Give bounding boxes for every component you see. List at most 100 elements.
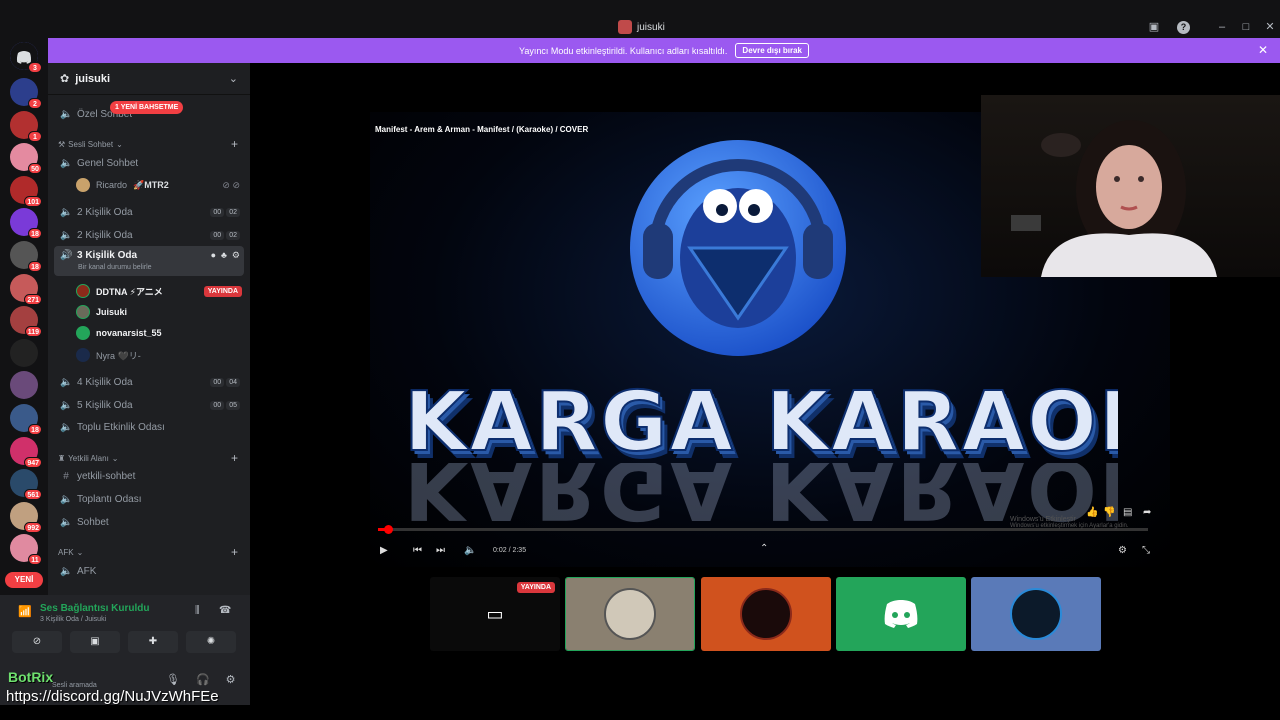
speaker-icon: 🔈: [60, 493, 73, 505]
app-avatar-icon: [618, 20, 632, 34]
voice-status[interactable]: Ses Bağlantısı Kuruldu: [40, 603, 149, 614]
add-member-icon[interactable]: ♣: [221, 250, 227, 261]
server-icon[interactable]: 50: [10, 143, 42, 175]
server-icon[interactable]: 18: [10, 241, 42, 272]
speaker-icon: 🔈: [60, 421, 73, 433]
microphone-icon[interactable]: 🎙: [166, 673, 180, 686]
voice-user-ricardo[interactable]: Ricardo 🚀MTR2 ⊘ ⊘: [76, 175, 244, 195]
home-button[interactable]: 3: [10, 42, 42, 73]
add-channel-icon[interactable]: +: [231, 137, 238, 151]
add-channel-icon[interactable]: +: [231, 451, 238, 465]
notification-badge: 561: [24, 489, 42, 501]
previous-icon[interactable]: ⏮: [413, 545, 422, 556]
server-icon[interactable]: 119: [10, 306, 42, 338]
new-mention-pill[interactable]: 1 YENİ BAHSETME: [110, 101, 184, 114]
server-icon: ✿: [60, 73, 70, 85]
notification-badge: 101: [24, 195, 42, 207]
avatar: [76, 348, 90, 362]
server-icon[interactable]: 18: [10, 208, 42, 240]
invite-link-overlay: https://discord.gg/NuJVzWhFEe: [6, 688, 219, 705]
crow-logo-icon: [630, 140, 846, 356]
gear-icon[interactable]: ⚙: [226, 673, 236, 686]
channel-2-kisilik-oda[interactable]: 🔈 2 Kişilik Oda 00 02: [54, 202, 244, 222]
category-yetkili-alani[interactable]: ♜ Yetkili Alanı ⌄ +: [58, 451, 238, 465]
settings-icon[interactable]: ⚙: [1118, 545, 1127, 556]
participant-tile-juisuki[interactable]: [565, 577, 695, 651]
channel-status[interactable]: Bir kanal durumu belirle: [78, 264, 152, 271]
next-icon[interactable]: ⏭: [436, 545, 445, 556]
channel-yetkili-sohbet[interactable]: # yetkili-sohbet: [54, 466, 244, 486]
share-icon[interactable]: ➦: [1143, 507, 1151, 518]
notification-badge: 50: [28, 163, 42, 175]
server-icon[interactable]: 1: [10, 110, 42, 142]
voice-user-novanarsist[interactable]: novanarsist_55: [76, 323, 244, 343]
chat-icon[interactable]: ●: [211, 250, 216, 261]
chevron-down-icon: ⌄: [116, 139, 123, 149]
fullscreen-icon[interactable]: ⤡: [1142, 545, 1150, 556]
server-icon[interactable]: 947: [10, 436, 42, 468]
volume-icon[interactable]: 🔈: [464, 545, 476, 556]
server-header[interactable]: ✿ juisuki ⌄: [48, 63, 250, 95]
close-banner-icon[interactable]: ✕: [1258, 43, 1268, 57]
channel-5-kisilik-oda[interactable]: 🔈 5 Kişilik Oda 00 05: [54, 395, 244, 415]
participant-tile-novanarsist[interactable]: [836, 577, 966, 651]
server-icon[interactable]: 992: [10, 501, 42, 533]
voice-user-juisuki[interactable]: Juisuki: [76, 302, 244, 322]
server-icon[interactable]: 101: [10, 175, 42, 207]
server-icon[interactable]: 11: [10, 534, 42, 566]
server-icon[interactable]: 561: [10, 469, 42, 501]
gear-icon[interactable]: ⚙: [232, 250, 240, 261]
notification-badge: 11: [28, 554, 42, 566]
new-unreads-pill[interactable]: YENİ: [5, 572, 43, 588]
maximize-button[interactable]: □: [1238, 19, 1254, 35]
window-title: juisuki: [618, 18, 665, 36]
server-icon[interactable]: [10, 338, 38, 367]
help-icon[interactable]: ?: [1177, 21, 1190, 34]
channel-2-kisilik-oda[interactable]: 🔈 2 Kişilik Oda 00 02: [54, 225, 244, 245]
progress-knob[interactable]: [384, 525, 393, 534]
screen-share-icon: ▭: [486, 603, 504, 624]
webcam-feed[interactable]: [981, 95, 1280, 277]
channel-afk[interactable]: 🔈 AFK: [54, 561, 244, 581]
noise-suppression-icon[interactable]: ⫼: [195, 605, 200, 616]
speaker-icon: 🔈: [60, 399, 73, 411]
category-afk[interactable]: AFK ⌄ +: [58, 545, 238, 559]
screen-share-button[interactable]: ▣: [70, 631, 120, 653]
play-icon[interactable]: ▶: [380, 545, 388, 556]
minimize-button[interactable]: –: [1214, 19, 1230, 35]
participant-tile-nyra[interactable]: [971, 577, 1101, 651]
speaker-icon: 🔊: [60, 250, 73, 261]
voice-user-ddtna[interactable]: DDTNA ⚡アニメ YAYINDA: [76, 281, 244, 301]
user-limit: 00 02: [210, 207, 240, 217]
notification-badge: 1: [28, 130, 42, 142]
category-sesli-sohbet[interactable]: ⚒ Sesli Sohbet ⌄ +: [58, 137, 238, 151]
server-icon[interactable]: [10, 371, 38, 400]
voice-user-nyra[interactable]: Nyra 🖤リ-: [76, 345, 244, 365]
hammer-icon: ⚒: [58, 139, 66, 149]
soundboard-button[interactable]: ✺: [186, 631, 236, 653]
channel-toplu-etkinlik[interactable]: 🔈 Toplu Etkinlik Odası: [54, 417, 244, 437]
server-icon[interactable]: 2: [10, 78, 42, 109]
channel-3-kisilik-oda[interactable]: 🔊 3 Kişilik Oda Bir kanal durumu belirle…: [54, 246, 244, 276]
headphones-icon[interactable]: 🎧: [196, 673, 210, 686]
channel-4-kisilik-oda[interactable]: 🔈 4 Kişilik Oda 00 04: [54, 372, 244, 392]
server-icon[interactable]: 271: [10, 273, 42, 305]
notification-badge: 992: [24, 521, 42, 533]
voice-location[interactable]: 3 Kişilik Oda / Juisuki: [40, 616, 106, 623]
participant-tile-ddtna[interactable]: [701, 577, 831, 651]
hashtag-icon: #: [63, 470, 69, 482]
camera-off-button[interactable]: ⊘: [12, 631, 62, 653]
chevron-up-icon[interactable]: ⌃: [760, 543, 768, 554]
close-window-button[interactable]: ✕: [1262, 19, 1278, 35]
signal-icon[interactable]: 📶: [18, 605, 32, 619]
channel-sohbet[interactable]: 🔈 Sohbet: [54, 512, 244, 532]
inbox-icon[interactable]: ▣: [1146, 19, 1162, 35]
add-channel-icon[interactable]: +: [231, 545, 238, 559]
disable-streamer-mode-button[interactable]: Devre dışı bırak: [735, 43, 810, 58]
disconnect-icon[interactable]: ☎: [219, 605, 231, 616]
channel-genel-sohbet[interactable]: 🔈 Genel Sohbet: [54, 153, 244, 173]
server-icon[interactable]: 18: [10, 404, 42, 435]
stream-thumbnail-ddtna[interactable]: ▭ YAYINDA: [430, 577, 560, 651]
channel-toplanti-odasi[interactable]: 🔈 Toplantı Odası: [54, 489, 244, 509]
activities-button[interactable]: ✚: [128, 631, 178, 653]
